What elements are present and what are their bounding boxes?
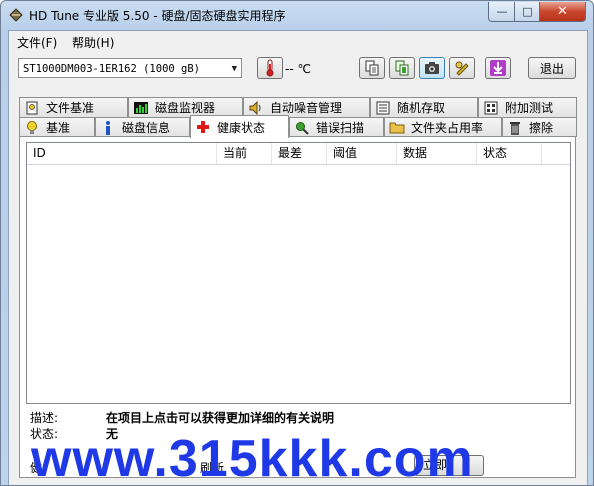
- drive-select[interactable]: ST1000DM003-1ER162 (1000 gB) ▼: [18, 58, 242, 78]
- temperature-readout: -- ℃: [285, 62, 311, 76]
- tab-benchmark-label: 基准: [46, 121, 71, 135]
- toolbar: ST1000DM003-1ER162 (1000 gB) ▼ -- ℃ 退出: [9, 51, 587, 89]
- tab-benchmark[interactable]: 基准: [19, 117, 95, 137]
- exit-button[interactable]: 退出: [528, 57, 576, 79]
- tab-row-top: 文件基准 磁盘监视器 自动噪音管理 随机存取 附加测试: [19, 97, 577, 117]
- column-header-data[interactable]: 数据: [397, 143, 477, 164]
- hdtune-app-icon: [9, 8, 23, 22]
- tools-icon: [455, 61, 469, 76]
- table-header: ID 当前 最差 阈值 数据 状态: [27, 143, 570, 165]
- info-icon: [100, 120, 116, 135]
- menu-help[interactable]: 帮助(H): [72, 34, 114, 51]
- minimize-icon: —: [496, 5, 508, 18]
- maximize-icon: □: [522, 5, 533, 18]
- maximize-button[interactable]: □: [514, 2, 541, 22]
- trash-icon: [507, 121, 523, 135]
- smart-attributes-table[interactable]: ID 当前 最差 阈值 数据 状态: [26, 142, 571, 404]
- random-access-icon: [375, 101, 391, 115]
- screenshot-button[interactable]: [419, 57, 445, 79]
- thermometer-icon: [266, 59, 274, 77]
- tab-disk-info-label: 磁盘信息: [122, 121, 171, 135]
- chevron-down-icon: ▼: [231, 64, 237, 74]
- tab-folder-usage[interactable]: 文件夹占用率: [384, 117, 502, 137]
- health-panel: ID 当前 最差 阈值 数据 状态 描述: 在项目上点击可以获得更加详细的有关说…: [19, 136, 576, 478]
- tab-health-label: 健康状态: [217, 120, 266, 135]
- tab-health[interactable]: 健康状态: [190, 115, 289, 138]
- disk-monitor-icon: [133, 101, 149, 115]
- tab-extra-tests-label: 附加测试: [505, 101, 554, 115]
- menu-file[interactable]: 文件(F): [17, 34, 57, 51]
- tab-acoustic-management-label: 自动噪音管理: [270, 101, 343, 115]
- column-header-current[interactable]: 当前: [217, 143, 272, 164]
- tab-error-scan[interactable]: 错误扫描: [289, 117, 384, 137]
- minimize-button[interactable]: —: [488, 2, 516, 22]
- watermark-text: www.315kkk.com: [31, 430, 474, 486]
- column-header-status[interactable]: 状态: [477, 143, 542, 164]
- description-value: 在项目上点击可以获得更加详细的有关说明: [106, 411, 335, 425]
- red-cross-icon: [195, 120, 211, 134]
- tab-disk-monitor-label: 磁盘监视器: [155, 101, 216, 115]
- tab-folder-usage-label: 文件夹占用率: [411, 121, 484, 135]
- column-header-threshold[interactable]: 阈值: [327, 143, 397, 164]
- tab-row-bottom: 基准 磁盘信息 健康状态 错误扫描 文件夹占用率 擦除: [19, 115, 577, 138]
- tab-erase-label: 擦除: [529, 121, 554, 135]
- tab-erase[interactable]: 擦除: [502, 117, 577, 137]
- tab-random-access-label: 随机存取: [397, 101, 446, 115]
- title-bar[interactable]: HD Tune 专业版 5.50 - 硬盘/固态硬盘实用程序 — □ ✕: [1, 1, 593, 29]
- copy-green-icon: [395, 60, 409, 76]
- description-label: 描述:: [30, 411, 59, 425]
- close-icon: ✕: [557, 4, 568, 19]
- options-button[interactable]: [449, 57, 475, 79]
- column-header-id[interactable]: ID: [27, 143, 217, 164]
- tab-extra-tests[interactable]: 附加测试: [478, 97, 577, 117]
- magnifier-icon: [294, 121, 310, 135]
- app-window: HD Tune 专业版 5.50 - 硬盘/固态硬盘实用程序 — □ ✕ 文件(…: [0, 0, 594, 486]
- copy-all-button[interactable]: [389, 57, 415, 79]
- copy-icon: [365, 60, 379, 76]
- folder-icon: [389, 121, 405, 135]
- save-button[interactable]: [485, 57, 511, 79]
- drive-select-value: ST1000DM003-1ER162 (1000 gB): [23, 63, 201, 75]
- close-button[interactable]: ✕: [539, 2, 586, 22]
- lightbulb-icon: [24, 120, 40, 135]
- tab-disk-info[interactable]: 磁盘信息: [95, 117, 190, 137]
- menu-bar: 文件(F) 帮助(H): [9, 31, 587, 51]
- column-header-worst[interactable]: 最差: [272, 143, 327, 164]
- download-arrow-icon: [490, 60, 506, 76]
- window-title: HD Tune 专业版 5.50 - 硬盘/固态硬盘实用程序: [29, 9, 286, 23]
- tab-random-access[interactable]: 随机存取: [370, 97, 478, 117]
- tab-file-benchmark[interactable]: 文件基准: [19, 97, 128, 117]
- temperature-button[interactable]: [257, 57, 283, 79]
- speaker-icon: [248, 100, 264, 115]
- file-benchmark-icon: [24, 101, 40, 115]
- camera-icon: [425, 62, 439, 74]
- tab-disk-monitor[interactable]: 磁盘监视器: [128, 97, 243, 117]
- tab-file-benchmark-label: 文件基准: [46, 101, 95, 115]
- client-area: 文件(F) 帮助(H) ST1000DM003-1ER162 (1000 gB)…: [8, 30, 588, 485]
- tab-acoustic-management[interactable]: 自动噪音管理: [243, 97, 370, 117]
- tab-error-scan-label: 错误扫描: [316, 121, 365, 135]
- copy-text-button[interactable]: [359, 57, 385, 79]
- extra-tests-icon: [483, 101, 499, 115]
